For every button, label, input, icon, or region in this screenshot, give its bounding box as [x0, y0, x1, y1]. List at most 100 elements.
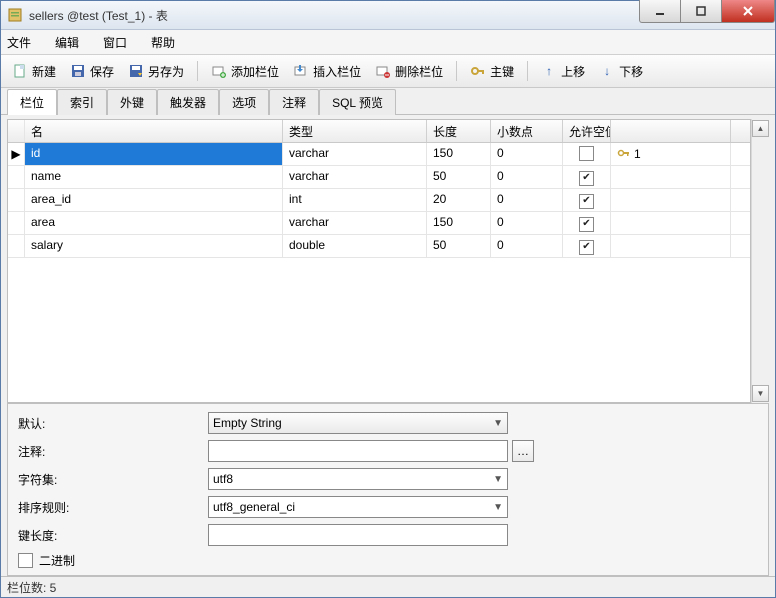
tab-options[interactable]: 选项: [219, 89, 269, 115]
statusbar: 栏位数: 5: [1, 576, 775, 597]
cell-allow-null[interactable]: [563, 212, 611, 234]
cell-name[interactable]: name: [25, 166, 283, 188]
cell-key[interactable]: [611, 212, 731, 234]
menu-help[interactable]: 帮助: [151, 34, 175, 51]
window-buttons: [639, 1, 775, 29]
scroll-down-icon[interactable]: ▼: [752, 385, 769, 402]
new-button[interactable]: 新建: [7, 60, 61, 83]
move-up-button[interactable]: ↑上移: [536, 60, 590, 83]
row-marker: [8, 189, 25, 211]
cell-key[interactable]: [611, 166, 731, 188]
key-icon: [470, 63, 486, 79]
keylen-input[interactable]: [208, 524, 508, 546]
chevron-down-icon: ▼: [493, 418, 503, 429]
menu-edit[interactable]: 编辑: [55, 34, 79, 51]
maximize-button[interactable]: [681, 0, 722, 23]
collation-combo[interactable]: utf8_general_ci▼: [208, 496, 508, 518]
cell-allow-null[interactable]: [563, 189, 611, 211]
col-length[interactable]: 长度: [427, 120, 491, 142]
window-title: sellers @test (Test_1) - 表: [29, 7, 639, 24]
primary-key-button[interactable]: 主键: [465, 60, 519, 83]
cell-length[interactable]: 150: [427, 212, 491, 234]
cell-key[interactable]: 1: [611, 143, 731, 165]
table-row[interactable]: areavarchar1500: [8, 212, 750, 235]
saveas-button[interactable]: 另存为: [123, 60, 189, 83]
cell-decimals[interactable]: 0: [491, 212, 563, 234]
binary-label: 二进制: [39, 552, 75, 569]
col-name[interactable]: 名: [25, 120, 283, 142]
table-row[interactable]: area_idint200: [8, 189, 750, 212]
tab-triggers[interactable]: 触发器: [157, 89, 219, 115]
menu-window[interactable]: 窗口: [103, 34, 127, 51]
add-field-button[interactable]: 添加栏位: [206, 60, 284, 83]
cell-type[interactable]: int: [283, 189, 427, 211]
cell-name[interactable]: salary: [25, 235, 283, 257]
comment-expand-button[interactable]: …: [512, 440, 534, 462]
cell-key[interactable]: [611, 235, 731, 257]
scroll-up-icon[interactable]: ▲: [752, 120, 769, 137]
tab-comment[interactable]: 注释: [269, 89, 319, 115]
cell-length[interactable]: 50: [427, 235, 491, 257]
close-button[interactable]: [722, 0, 775, 23]
binary-checkbox[interactable]: [18, 553, 33, 568]
grid-header: 名 类型 长度 小数点 允许空值 (: [8, 120, 750, 143]
col-allow-null[interactable]: 允许空值 (: [563, 120, 611, 142]
row-marker-header: [8, 120, 25, 142]
tab-sql-preview[interactable]: SQL 预览: [319, 89, 396, 115]
cell-decimals[interactable]: 0: [491, 166, 563, 188]
minimize-button[interactable]: [639, 0, 681, 23]
tab-indexes[interactable]: 索引: [57, 89, 107, 115]
fields-grid[interactable]: 名 类型 长度 小数点 允许空值 ( ▶idvarchar15001nameva…: [7, 119, 751, 403]
cell-allow-null[interactable]: [563, 143, 611, 165]
menu-file[interactable]: 文件: [7, 34, 31, 51]
insert-field-button[interactable]: 插入栏位: [288, 60, 366, 83]
allow-null-checkbox[interactable]: [579, 171, 594, 186]
cell-type[interactable]: varchar: [283, 212, 427, 234]
delete-field-button[interactable]: 删除栏位: [370, 60, 448, 83]
allow-null-checkbox[interactable]: [579, 194, 594, 209]
cell-decimals[interactable]: 0: [491, 235, 563, 257]
cell-length[interactable]: 50: [427, 166, 491, 188]
cell-type[interactable]: varchar: [283, 166, 427, 188]
default-combo[interactable]: Empty String▼: [208, 412, 508, 434]
cell-allow-null[interactable]: [563, 235, 611, 257]
vertical-scrollbar[interactable]: ▲ ▼: [751, 119, 769, 403]
cell-type[interactable]: varchar: [283, 143, 427, 165]
cell-allow-null[interactable]: [563, 166, 611, 188]
cell-name[interactable]: id: [25, 143, 283, 165]
separator: [456, 61, 457, 81]
default-label: 默认:: [18, 415, 208, 432]
table-row[interactable]: namevarchar500: [8, 166, 750, 189]
charset-combo[interactable]: utf8▼: [208, 468, 508, 490]
new-icon: [12, 63, 28, 79]
comment-input[interactable]: [208, 440, 508, 462]
separator: [197, 61, 198, 81]
cell-decimals[interactable]: 0: [491, 143, 563, 165]
move-down-button[interactable]: ↓下移: [594, 60, 648, 83]
cell-name[interactable]: area_id: [25, 189, 283, 211]
collation-label: 排序规则:: [18, 499, 208, 516]
save-icon: [70, 63, 86, 79]
allow-null-checkbox[interactable]: [579, 146, 594, 161]
col-type[interactable]: 类型: [283, 120, 427, 142]
charset-label: 字符集:: [18, 471, 208, 488]
allow-null-checkbox[interactable]: [579, 217, 594, 232]
cell-name[interactable]: area: [25, 212, 283, 234]
cell-length[interactable]: 20: [427, 189, 491, 211]
cell-key[interactable]: [611, 189, 731, 211]
cell-length[interactable]: 150: [427, 143, 491, 165]
col-decimals[interactable]: 小数点: [491, 120, 563, 142]
add-field-icon: [211, 63, 227, 79]
titlebar: sellers @test (Test_1) - 表: [1, 1, 775, 30]
table-row[interactable]: salarydouble500: [8, 235, 750, 258]
save-button[interactable]: 保存: [65, 60, 119, 83]
tab-foreign-keys[interactable]: 外键: [107, 89, 157, 115]
cell-decimals[interactable]: 0: [491, 189, 563, 211]
cell-type[interactable]: double: [283, 235, 427, 257]
toolbar: 新建 保存 另存为 添加栏位 插入栏位 删除栏位 主键 ↑上移 ↓下移: [1, 55, 775, 88]
arrow-up-icon: ↑: [541, 63, 557, 79]
col-key[interactable]: [611, 120, 731, 142]
tab-fields[interactable]: 栏位: [7, 89, 57, 115]
table-row[interactable]: ▶idvarchar15001: [8, 143, 750, 166]
allow-null-checkbox[interactable]: [579, 240, 594, 255]
